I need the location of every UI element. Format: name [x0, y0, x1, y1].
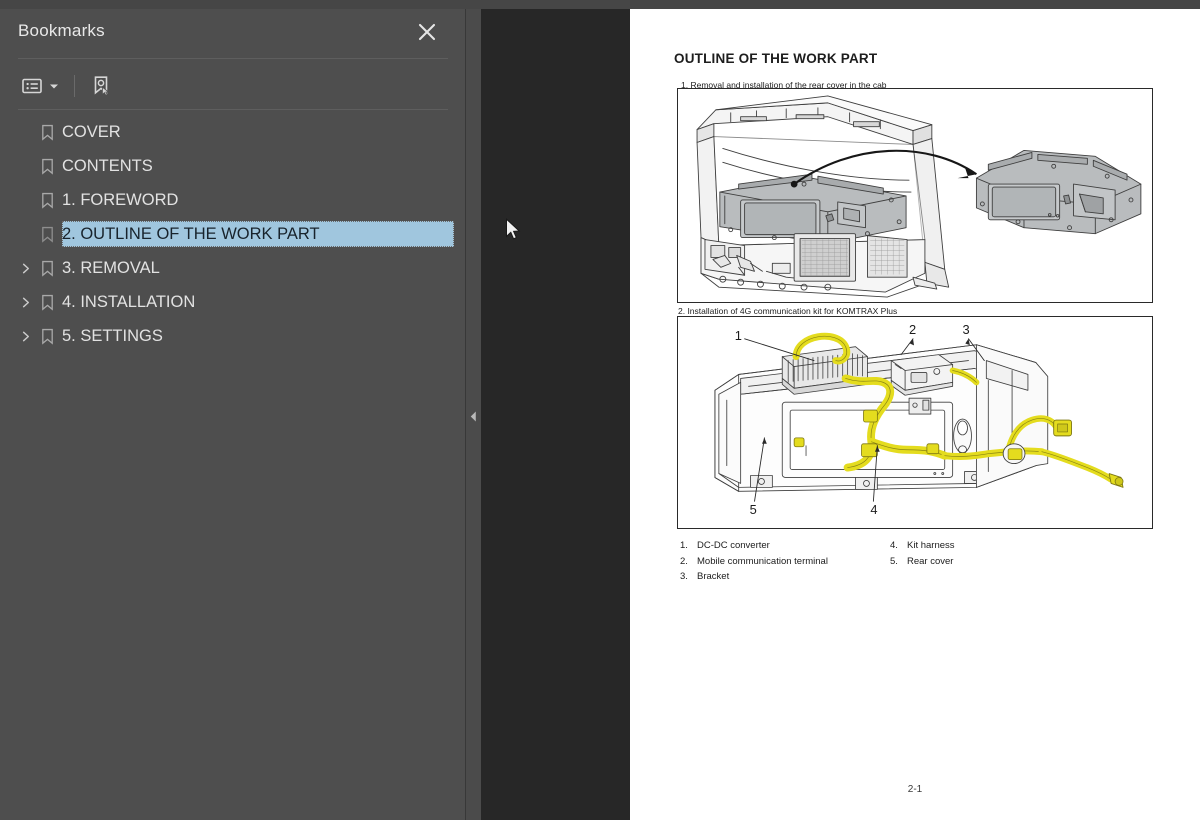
bookmark-label: COVER	[62, 123, 121, 141]
bookmark-label: 4. INSTALLATION	[62, 293, 196, 311]
bookmark-label: 1. FOREWORD	[62, 191, 179, 209]
bookmark-label: 3. REMOVAL	[62, 259, 160, 277]
legend-item: 1. DC-DC converter	[680, 538, 828, 554]
legend-column-left: 1. DC-DC converter 2. Mobile communicati…	[680, 538, 828, 585]
chevron-right-icon[interactable]	[14, 251, 36, 285]
bookmark-label: 2. OUTLINE OF THE WORK PART	[62, 225, 320, 243]
legend-label: Kit harness	[907, 540, 955, 551]
bookmark-label: 5. SETTINGS	[62, 327, 163, 345]
bookmark-item-cover[interactable]: COVER	[0, 115, 466, 149]
bookmarks-panel: Bookmarks COVER CONTENTS 1. FOREWORD 2. …	[0, 9, 466, 820]
pdf-reader-window: Bookmarks COVER CONTENTS 1. FOREWORD 2. …	[0, 0, 1200, 820]
pdf-page: OUTLINE OF THE WORK PART 1. Removal and …	[630, 9, 1200, 820]
page-title: OUTLINE OF THE WORK PART	[674, 51, 878, 66]
bookmark-item-settings[interactable]: 5. SETTINGS	[0, 319, 466, 353]
legend-item: 5. Rear cover	[890, 554, 955, 570]
bookmarks-panel-header: Bookmarks	[0, 9, 465, 57]
legend-number: 5.	[890, 555, 898, 567]
toolbar-divider	[18, 109, 448, 110]
legend-item: 3. Bracket	[680, 569, 828, 585]
bookmark-icon	[36, 319, 58, 353]
collapse-panel-left-icon[interactable]	[466, 404, 481, 428]
bookmark-item-contents[interactable]: CONTENTS	[0, 149, 466, 183]
legend-column-right: 4. Kit harness 5. Rear cover	[890, 538, 955, 569]
legend-label: Rear cover	[907, 555, 954, 567]
close-icon[interactable]	[413, 18, 441, 46]
bookmark-icon	[36, 115, 58, 149]
callout-1: 1	[735, 328, 742, 343]
bookmark-icon	[36, 149, 58, 183]
callout-5: 5	[750, 502, 757, 517]
document-viewport-backdrop	[481, 9, 630, 820]
toolbar-separator	[74, 75, 75, 97]
bookmark-item-outline-of-the-work-part[interactable]: 2. OUTLINE OF THE WORK PART	[0, 217, 466, 251]
figure-2-caption: 2. Installation of 4G communication kit …	[678, 306, 898, 316]
bookmark-icon	[36, 183, 58, 217]
chevron-down-icon[interactable]	[46, 71, 62, 101]
bookmark-icon	[36, 217, 58, 251]
bookmarks-toolbar	[18, 67, 115, 105]
callout-2: 2	[909, 322, 916, 337]
legend-number: 2.	[680, 555, 688, 567]
bookmark-icon	[36, 251, 58, 285]
legend-label: DC-DC converter	[697, 540, 770, 551]
find-current-bookmark-icon[interactable]	[87, 71, 115, 101]
legend-number: 1.	[680, 540, 688, 551]
legend-label: Bracket	[697, 571, 730, 582]
bookmark-item-installation[interactable]: 4. INSTALLATION	[0, 285, 466, 319]
figure-1-rear-cover-removal	[677, 88, 1153, 303]
bookmark-options-icon[interactable]	[18, 71, 46, 101]
bookmark-item-foreword[interactable]: 1. FOREWORD	[0, 183, 466, 217]
figure-2-4g-kit-installation: 1 2 3 4 5	[677, 316, 1153, 529]
bookmarks-tree: COVER CONTENTS 1. FOREWORD 2. OUTLINE OF…	[0, 115, 466, 353]
legend-item: 4. Kit harness	[890, 538, 955, 554]
legend-label: Mobile communication terminal	[697, 555, 828, 567]
callout-4: 4	[870, 502, 877, 517]
legend-number: 3.	[680, 571, 688, 582]
legend-item: 2. Mobile communication terminal	[680, 554, 828, 570]
legend-number: 4.	[890, 540, 898, 551]
bookmarks-panel-title: Bookmarks	[18, 21, 105, 40]
page-number: 2-1	[907, 784, 923, 795]
bookmark-item-removal[interactable]: 3. REMOVAL	[0, 251, 466, 285]
bookmark-icon	[36, 285, 58, 319]
chevron-right-icon[interactable]	[14, 285, 36, 319]
callout-3: 3	[963, 322, 970, 337]
chevron-right-icon[interactable]	[14, 319, 36, 353]
header-divider	[18, 58, 448, 59]
bookmark-label: CONTENTS	[62, 157, 153, 175]
window-titlebar	[0, 0, 1200, 9]
